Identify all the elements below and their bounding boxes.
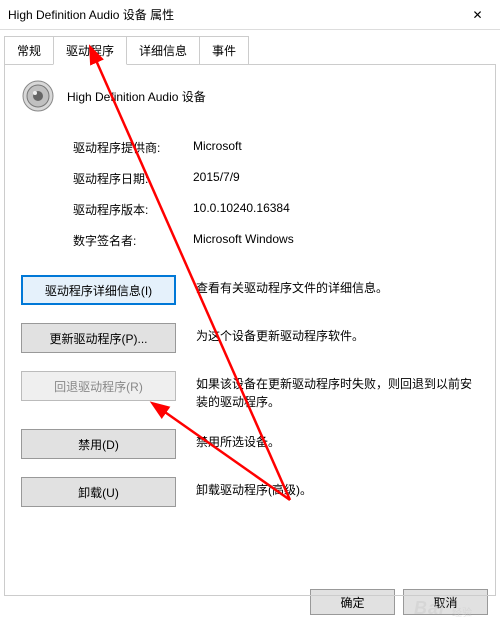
tab-panel-driver: High Definition Audio 设备 驱动程序提供商: Micros… bbox=[4, 64, 496, 596]
update-driver-button[interactable]: 更新驱动程序(P)... bbox=[21, 323, 176, 353]
close-button[interactable]: ✕ bbox=[455, 0, 500, 30]
version-label: 驱动程序版本: bbox=[73, 201, 193, 218]
device-name: High Definition Audio 设备 bbox=[67, 88, 206, 105]
driver-details-desc: 查看有关驱动程序文件的详细信息。 bbox=[196, 275, 479, 297]
date-label: 驱动程序日期: bbox=[73, 170, 193, 187]
date-value: 2015/7/9 bbox=[193, 170, 240, 187]
speaker-icon bbox=[21, 79, 55, 113]
driver-info: 驱动程序提供商: Microsoft 驱动程序日期: 2015/7/9 驱动程序… bbox=[73, 139, 479, 249]
signer-value: Microsoft Windows bbox=[193, 232, 294, 249]
titlebar: High Definition Audio 设备 属性 ✕ bbox=[0, 0, 500, 30]
window-title: High Definition Audio 设备 属性 bbox=[8, 6, 455, 23]
tab-strip: 常规 驱动程序 详细信息 事件 bbox=[0, 32, 500, 64]
device-header: High Definition Audio 设备 bbox=[21, 79, 479, 113]
provider-value: Microsoft bbox=[193, 139, 242, 156]
signer-label: 数字签名者: bbox=[73, 232, 193, 249]
tab-driver[interactable]: 驱动程序 bbox=[53, 36, 127, 65]
disable-desc: 禁用所选设备。 bbox=[196, 429, 479, 451]
rollback-driver-desc: 如果该设备在更新驱动程序时失败，则回退到以前安装的驱动程序。 bbox=[196, 371, 479, 411]
update-driver-desc: 为这个设备更新驱动程序软件。 bbox=[196, 323, 479, 345]
uninstall-desc: 卸载驱动程序(高级)。 bbox=[196, 477, 479, 499]
close-icon: ✕ bbox=[472, 8, 482, 22]
uninstall-button[interactable]: 卸载(U) bbox=[21, 477, 176, 507]
tab-details[interactable]: 详细信息 bbox=[126, 36, 200, 64]
driver-details-button[interactable]: 驱动程序详细信息(I) bbox=[21, 275, 176, 305]
tab-general[interactable]: 常规 bbox=[4, 36, 54, 64]
version-value: 10.0.10240.16384 bbox=[193, 201, 290, 218]
rollback-driver-button: 回退驱动程序(R) bbox=[21, 371, 176, 401]
tab-events[interactable]: 事件 bbox=[199, 36, 249, 64]
disable-button[interactable]: 禁用(D) bbox=[21, 429, 176, 459]
provider-label: 驱动程序提供商: bbox=[73, 139, 193, 156]
